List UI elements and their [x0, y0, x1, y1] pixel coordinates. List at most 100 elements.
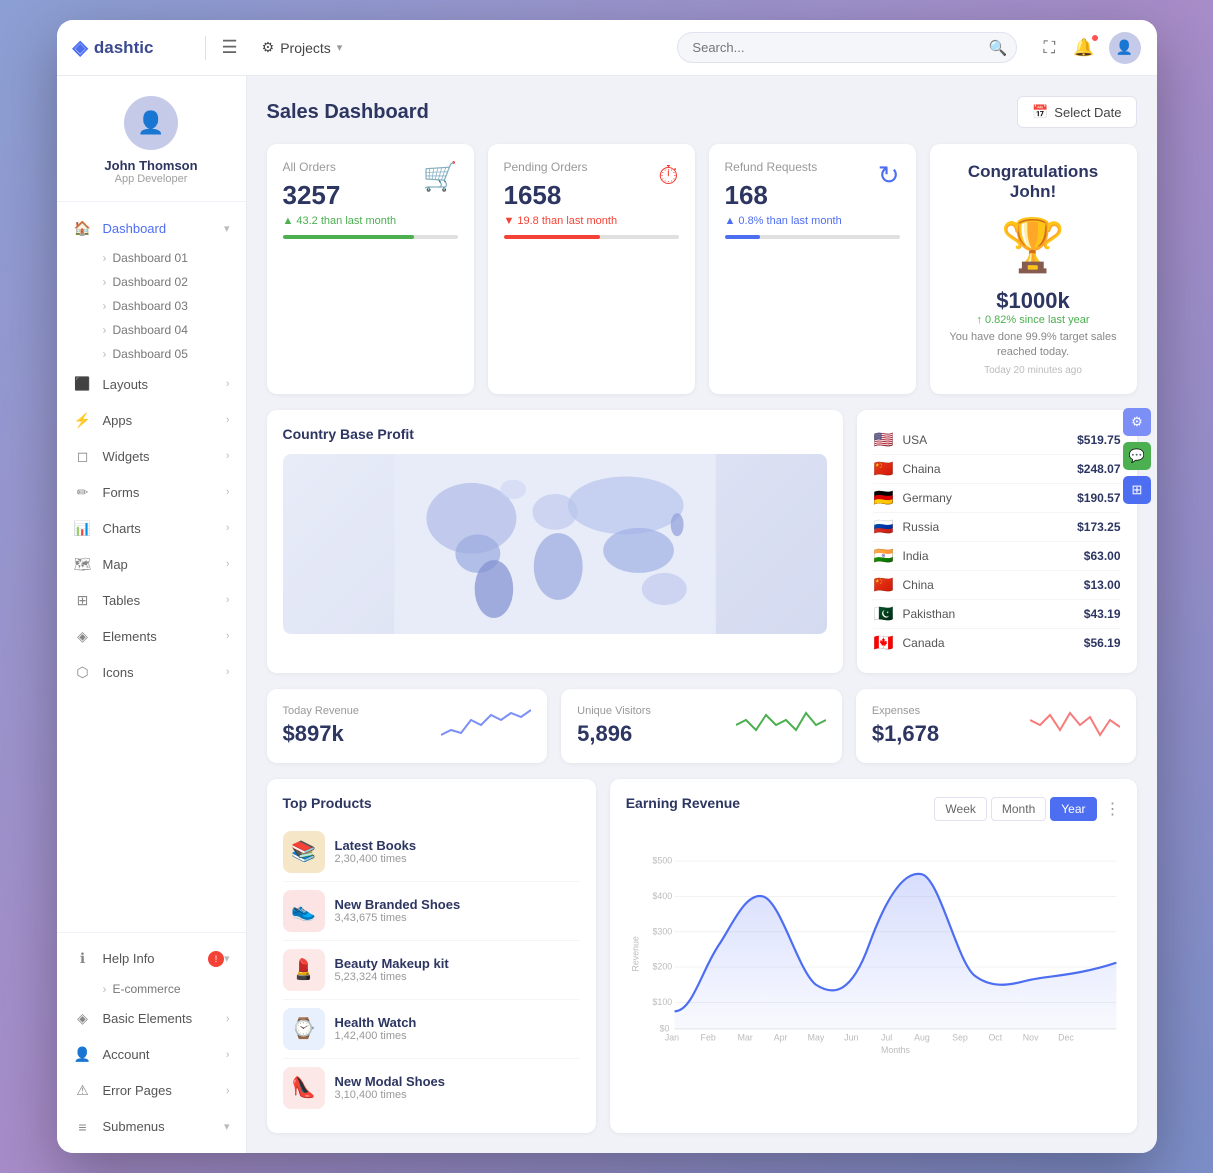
- product-times: 3,43,675 times: [335, 912, 461, 924]
- sidebar-item-widgets[interactable]: ◻ Widgets ›: [57, 438, 246, 474]
- user-avatar-top[interactable]: 👤: [1109, 32, 1141, 64]
- sidebar-item-dashboard-01[interactable]: Dashboard 01: [57, 246, 246, 270]
- select-date-button[interactable]: 📅 Select Date: [1017, 96, 1136, 128]
- help-badge: !: [208, 951, 224, 967]
- sidebar-item-basic-elements[interactable]: ◈ Basic Elements ›: [57, 1001, 246, 1037]
- sidebar-item-charts[interactable]: 📊 Charts ›: [57, 510, 246, 546]
- sidebar-item-elements[interactable]: ◈ Elements ›: [57, 618, 246, 654]
- country-flag: 🇮🇳: [873, 548, 895, 564]
- today-revenue-sparkline: [441, 705, 531, 745]
- widgets-arrow: ›: [226, 450, 230, 462]
- sidebar-item-help-info[interactable]: ℹ Help Info ! ▾: [57, 941, 246, 977]
- sidebar-item-account[interactable]: 👤 Account ›: [57, 1037, 246, 1073]
- product-item: 📚 Latest Books 2,30,400 times: [283, 823, 580, 882]
- product-image: ⌚: [283, 1008, 325, 1050]
- sidebar-item-dashboard-02[interactable]: Dashboard 02: [57, 270, 246, 294]
- grid-fab-button[interactable]: ⊞: [1123, 476, 1151, 504]
- apps-arrow: ›: [226, 414, 230, 426]
- sidebar-item-tables[interactable]: ⊞ Tables ›: [57, 582, 246, 618]
- search-input[interactable]: [677, 32, 1017, 63]
- today-revenue-value: $897k: [283, 721, 359, 747]
- unique-visitors-label: Unique Visitors: [577, 705, 651, 717]
- refund-requests-progress-fill: [725, 235, 760, 239]
- sidebar-item-map[interactable]: 🗺 Map ›: [57, 546, 246, 582]
- chat-fab-button[interactable]: 💬: [1123, 442, 1151, 470]
- page-title: Sales Dashboard: [267, 101, 429, 124]
- more-options-button[interactable]: ⋮: [1105, 799, 1121, 819]
- stat-card-refund-requests: Refund Requests 168 ▲ 0.8% than last mon…: [709, 144, 916, 394]
- forms-icon: ✏: [73, 482, 93, 502]
- search-icon-button[interactable]: 🔍: [989, 39, 1008, 57]
- sidebar-label-help-info: Help Info: [103, 951, 208, 966]
- product-info: Beauty Makeup kit 5,23,324 times: [335, 956, 449, 983]
- dashboard-03-label: Dashboard 03: [113, 299, 188, 313]
- account-icon: 👤: [73, 1045, 93, 1065]
- congrats-title: Congratulations John!: [948, 162, 1119, 202]
- svg-text:$300: $300: [652, 926, 672, 936]
- sidebar: 👤 John Thomson App Developer 🏠 Dashboard…: [57, 76, 247, 1153]
- country-flag: 🇨🇦: [873, 635, 895, 651]
- country-name: USA: [903, 433, 1078, 447]
- hamburger-button[interactable]: ☰: [218, 33, 242, 62]
- svg-text:$500: $500: [652, 855, 672, 865]
- select-date-label: Select Date: [1054, 105, 1121, 120]
- sidebar-item-submenus[interactable]: ≡ Submenus ▾: [57, 1109, 246, 1145]
- notifications-button[interactable]: 🔔: [1069, 34, 1098, 62]
- product-info: Latest Books 2,30,400 times: [335, 838, 417, 865]
- all-orders-label: All Orders: [283, 160, 397, 174]
- sidebar-label-error-pages: Error Pages: [103, 1083, 226, 1098]
- map-icon: 🗺: [73, 554, 93, 574]
- sidebar-item-ecommerce[interactable]: E-commerce: [57, 977, 246, 1001]
- country-flag: 🇩🇪: [873, 490, 895, 506]
- expenses-value: $1,678: [872, 721, 939, 747]
- up-arrow-refund-icon: ▲: [725, 215, 736, 227]
- pending-orders-icon: ⏱: [658, 160, 678, 192]
- sidebar-item-dashboard-03[interactable]: Dashboard 03: [57, 294, 246, 318]
- sidebar-item-layouts[interactable]: ⬛ Layouts ›: [57, 366, 246, 402]
- svg-text:Apr: Apr: [773, 1032, 787, 1042]
- product-name: Beauty Makeup kit: [335, 956, 449, 971]
- refund-requests-value: 168: [725, 180, 842, 211]
- tab-year[interactable]: Year: [1050, 797, 1096, 821]
- svg-text:Feb: Feb: [700, 1032, 715, 1042]
- submenus-arrow: ▾: [224, 1120, 230, 1133]
- sidebar-item-error-pages[interactable]: ⚠ Error Pages ›: [57, 1073, 246, 1109]
- projects-button[interactable]: ⚙ Projects ▾: [254, 35, 351, 60]
- tab-week[interactable]: Week: [934, 797, 986, 821]
- refund-requests-label: Refund Requests: [725, 160, 842, 174]
- page-header: Sales Dashboard 📅 Select Date: [267, 96, 1137, 128]
- dashboard-01-label: Dashboard 01: [113, 251, 188, 265]
- pending-orders-progress: [504, 235, 679, 239]
- sidebar-label-basic-elements: Basic Elements: [103, 1011, 226, 1026]
- settings-fab-button[interactable]: ⚙: [1123, 408, 1151, 436]
- elements-arrow: ›: [226, 630, 230, 642]
- app-name: dashtic: [94, 38, 154, 58]
- search-bar: 🔍: [677, 32, 1017, 63]
- content-area: Sales Dashboard 📅 Select Date All Orders…: [247, 76, 1157, 1153]
- earning-header: Earning Revenue Week Month Year ⋮: [626, 795, 1121, 823]
- country-flag: 🇷🇺: [873, 519, 895, 535]
- country-amount: $173.25: [1077, 520, 1120, 534]
- sidebar-item-dashboard-04[interactable]: Dashboard 04: [57, 318, 246, 342]
- product-item: 👠 New Modal Shoes 3,10,400 times: [283, 1059, 580, 1117]
- country-item: 🇩🇪 Germany $190.57: [873, 484, 1121, 513]
- country-item: 🇨🇳 Chaina $248.07: [873, 455, 1121, 484]
- icons-arrow: ›: [226, 666, 230, 678]
- sidebar-item-forms[interactable]: ✏ Forms ›: [57, 474, 246, 510]
- sidebar-item-dashboard[interactable]: 🏠 Dashboard ▾: [57, 210, 246, 246]
- sidebar-item-apps[interactable]: ⚡ Apps ›: [57, 402, 246, 438]
- product-item: 💄 Beauty Makeup kit 5,23,324 times: [283, 941, 580, 1000]
- fullscreen-button[interactable]: ⛶: [1039, 34, 1059, 62]
- country-list-card: 🇺🇸 USA $519.75 🇨🇳 Chaina $248.07 🇩🇪 Germ…: [857, 410, 1137, 673]
- icons-icon: ⬡: [73, 662, 93, 682]
- revenue-card-visitors: Unique Visitors 5,896: [561, 689, 842, 763]
- sidebar-item-icons[interactable]: ⬡ Icons ›: [57, 654, 246, 690]
- sidebar-label-submenus: Submenus: [103, 1119, 224, 1134]
- country-item: 🇨🇦 Canada $56.19: [873, 629, 1121, 657]
- sidebar-item-dashboard-05[interactable]: Dashboard 05: [57, 342, 246, 366]
- refund-requests-change: ▲ 0.8% than last month: [725, 215, 842, 227]
- product-info: Health Watch 1,42,400 times: [335, 1015, 417, 1042]
- sidebar-label-apps: Apps: [103, 413, 226, 428]
- tab-month[interactable]: Month: [991, 797, 1046, 821]
- layouts-icon: ⬛: [73, 374, 93, 394]
